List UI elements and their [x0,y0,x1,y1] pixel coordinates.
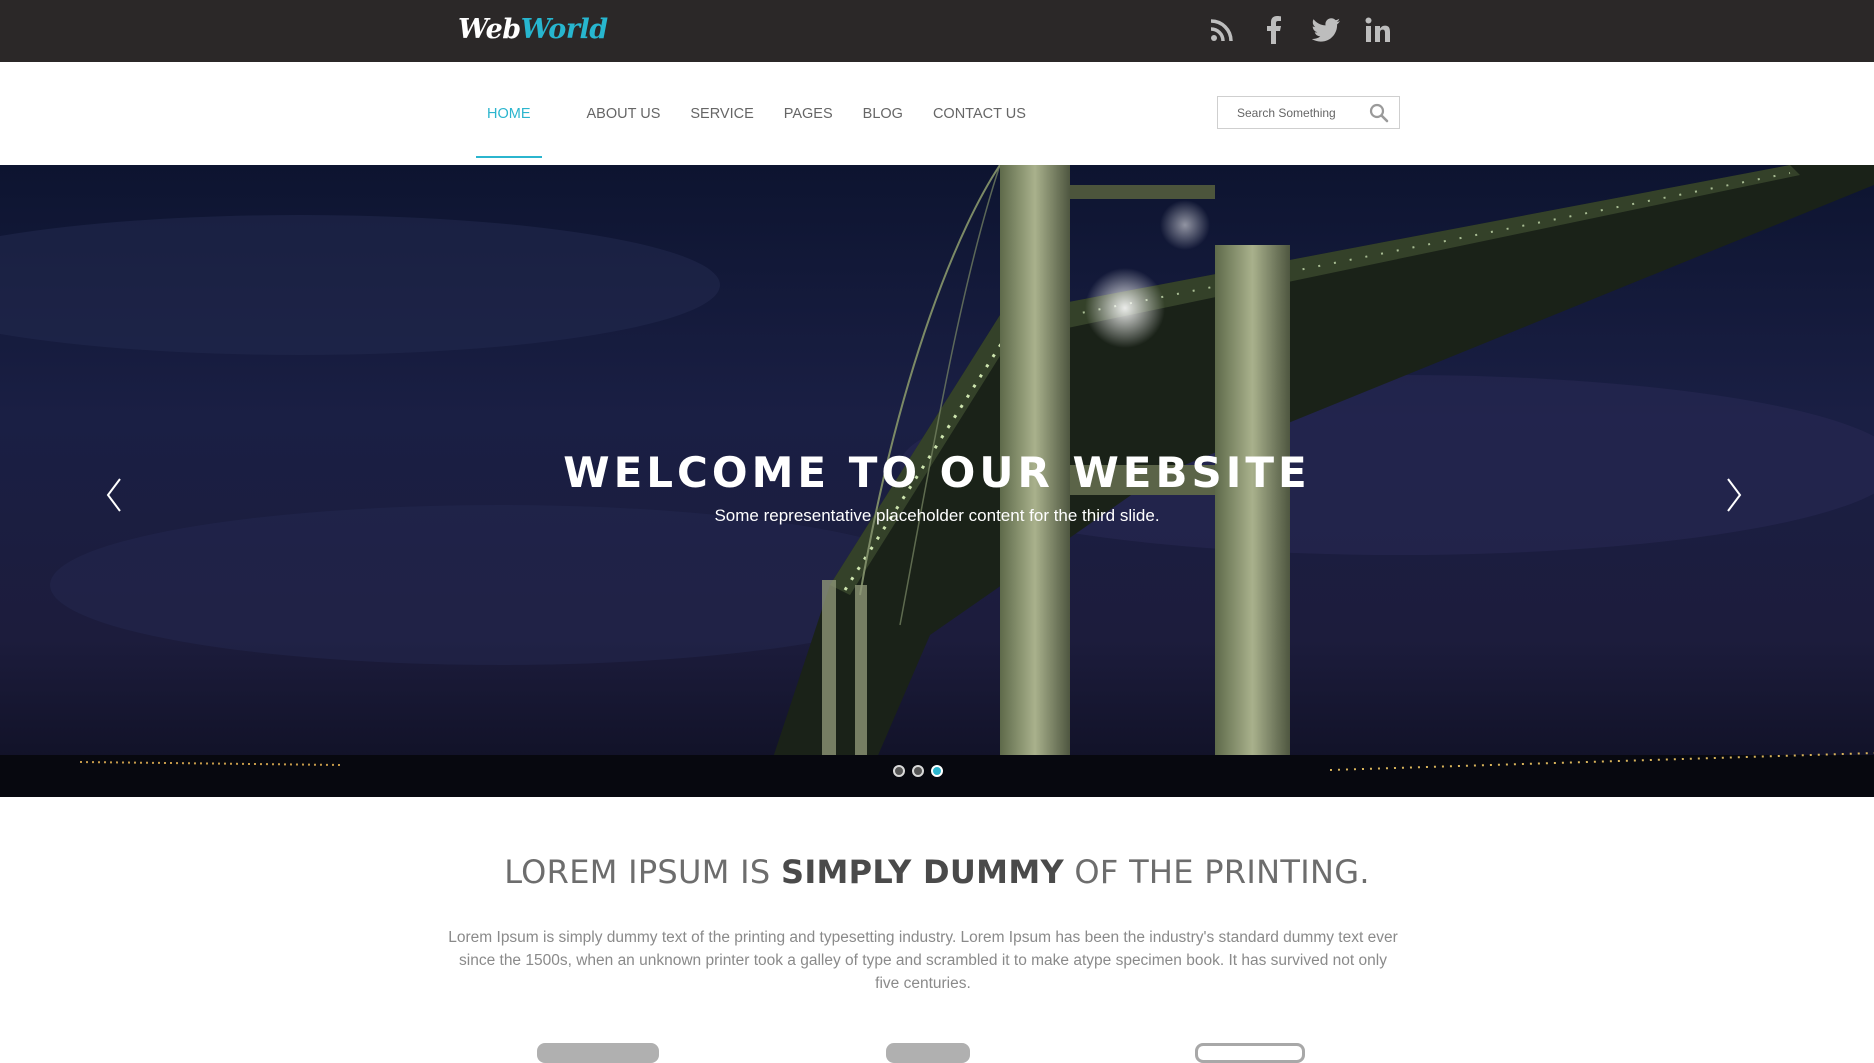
facebook-icon[interactable] [1258,12,1290,48]
slide-indicator-2[interactable] [912,765,924,777]
search-box [1217,96,1400,129]
search-input[interactable] [1218,97,1363,128]
logo-part-world: World [520,14,609,45]
social-links [1206,12,1394,48]
feature-card-2-top [886,1043,970,1063]
logo-part-web: Web [458,14,521,45]
intro-heading: LOREM IPSUM IS SIMPLY DUMMY OF THE PRINT… [0,853,1874,891]
nav-item-contact-us[interactable]: CONTACT US [933,62,1026,165]
hero-slider: WELCOME TO OUR WEBSITE Some representati… [0,165,1874,797]
nav-item-about-us[interactable]: ABOUT US [587,62,661,165]
slide-indicators [893,765,943,777]
intro-paragraph: Lorem Ipsum is simply dummy text of the … [448,929,1398,992]
nav-item-service[interactable]: SERVICE [690,62,753,165]
intro-heading-bold: SIMPLY DUMMY [780,853,1064,891]
search-icon[interactable] [1369,103,1389,123]
main-nav: HOME ABOUT US SERVICE PAGES BLOG CONTACT… [0,62,1874,165]
rss-icon[interactable] [1206,12,1238,48]
slide-indicator-3[interactable] [931,765,943,777]
intro-heading-part2: OF THE PRINTING. [1063,853,1370,891]
feature-card-1-top [537,1043,659,1063]
intro-heading-part1: LOREM IPSUM IS [504,853,781,891]
slide-indicator-1[interactable] [893,765,905,777]
feature-card-3-top [1195,1043,1305,1063]
linkedin-icon[interactable] [1362,12,1394,48]
nav-item-home[interactable]: HOME [476,62,542,165]
nav-item-pages[interactable]: PAGES [784,62,833,165]
nav-item-blog[interactable]: BLOG [863,62,903,165]
top-bar: WebWorld [0,0,1874,62]
logo[interactable]: WebWorld [458,10,608,50]
hero-subtitle: Some representative placeholder content … [714,506,1160,525]
nav-menu: HOME ABOUT US SERVICE PAGES BLOG CONTACT… [476,62,1056,165]
hero-title: WELCOME TO OUR WEBSITE [563,448,1311,497]
twitter-icon[interactable] [1310,12,1342,48]
